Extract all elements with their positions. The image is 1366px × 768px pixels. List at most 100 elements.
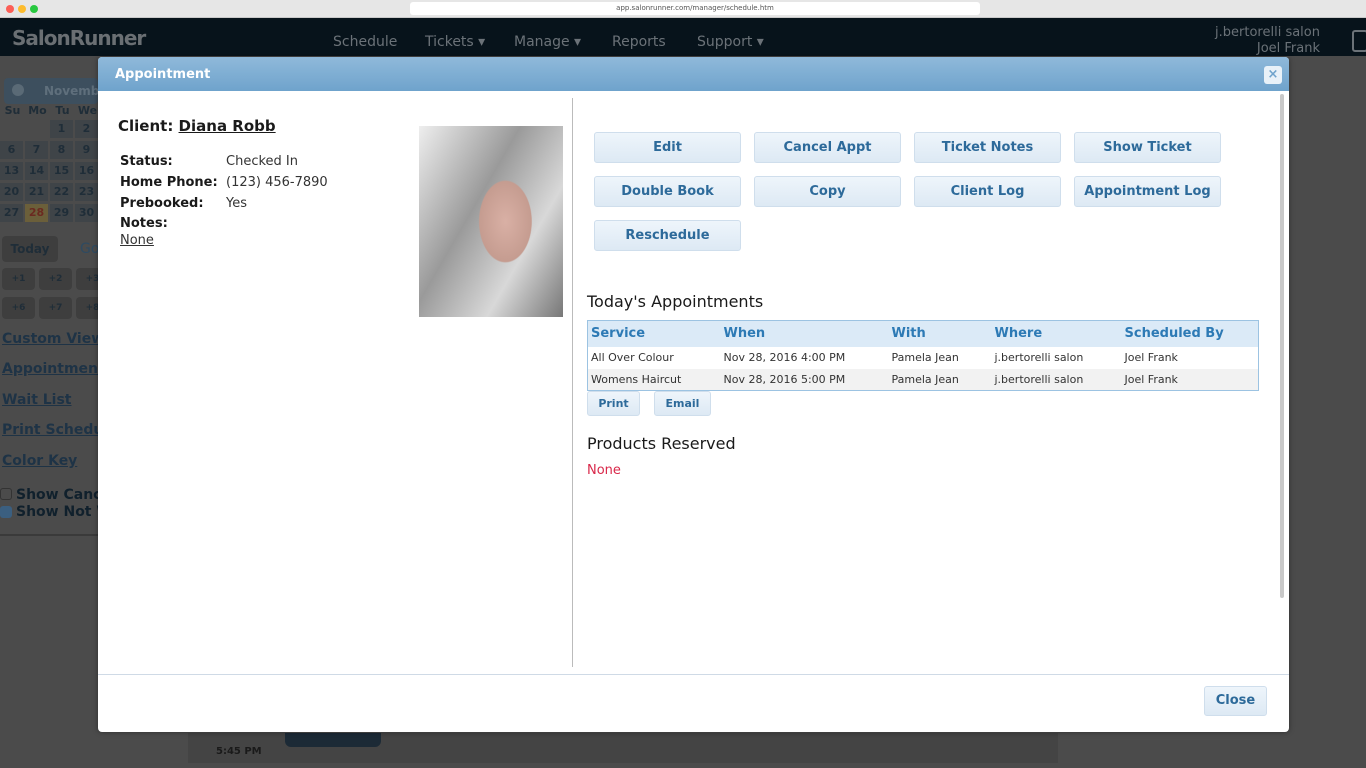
calendar-day <box>25 120 48 138</box>
calendar-day[interactable]: 15 <box>50 162 73 180</box>
copy-button[interactable]: Copy <box>754 176 901 207</box>
calendar-header: November <box>4 78 113 104</box>
cell-where: j.bertorelli salon <box>991 368 1122 391</box>
calendar-week: 27 28 29 30 <box>0 204 100 222</box>
col-service: Service <box>587 320 721 347</box>
nav-manage[interactable]: Manage ▾ <box>514 34 581 50</box>
minimize-window-icon[interactable] <box>18 5 26 13</box>
prebooked-label: Prebooked: <box>120 196 204 211</box>
close-window-icon[interactable] <box>6 5 14 13</box>
calendar-day[interactable]: 2 <box>75 120 98 138</box>
schedule-grid: 5:45 PM <box>188 733 1058 763</box>
calendar-day[interactable]: 16 <box>75 162 98 180</box>
calendar-day[interactable]: 21 <box>25 183 48 201</box>
close-button[interactable]: Close <box>1204 686 1267 716</box>
notes-link[interactable]: None <box>120 233 154 248</box>
calendar-day[interactable]: 8 <box>50 141 73 159</box>
cell-with: Pamela Jean <box>891 351 959 364</box>
weekday: We <box>77 104 98 117</box>
client-label: Client: <box>118 117 174 135</box>
print-button[interactable]: Print <box>587 391 640 416</box>
notes-label: Notes: <box>120 216 168 231</box>
home-phone-label: Home Phone: <box>120 175 218 190</box>
calendar-day[interactable]: 30 <box>75 204 98 222</box>
jump-days-button[interactable]: +2 <box>39 268 72 290</box>
jump-days-button[interactable]: +1 <box>2 268 35 290</box>
appointment-log-button[interactable]: Appointment Log <box>1074 176 1221 207</box>
nav-tickets[interactable]: Tickets ▾ <box>425 34 485 50</box>
col-when: When <box>720 320 889 347</box>
logo: SalonRunner <box>12 26 146 50</box>
logout-icon[interactable] <box>1352 30 1366 52</box>
cell-service: All Over Colour <box>591 351 674 364</box>
reschedule-button[interactable]: Reschedule <box>594 220 741 251</box>
products-reserved-heading: Products Reserved <box>587 434 736 453</box>
col-with: With <box>888 320 992 347</box>
show-cancelled-checkbox[interactable] <box>0 488 12 500</box>
todays-appointments-heading: Today's Appointments <box>587 292 764 311</box>
scrollbar[interactable] <box>1280 94 1284 598</box>
time-slot: 5:45 PM <box>216 746 262 757</box>
calendar-day[interactable]: 6 <box>0 141 23 159</box>
cell-where: j.bertorelli salon <box>994 351 1084 364</box>
calendar-week: 12 <box>0 120 100 138</box>
table-row[interactable]: Womens Haircut Nov 28, 2016 5:00 PM Pame… <box>587 368 1259 391</box>
top-nav: SalonRunner Schedule Tickets ▾ Manage ▾ … <box>0 18 1366 56</box>
close-icon[interactable]: × <box>1264 66 1282 84</box>
client-heading: Client: Diana Robb <box>118 117 276 135</box>
client-photo <box>419 126 563 317</box>
calendar-day[interactable]: 29 <box>50 204 73 222</box>
prebooked-value: Yes <box>226 196 247 211</box>
calendar-week: 20 21 22 23 <box>0 183 100 201</box>
email-button[interactable]: Email <box>654 391 711 416</box>
cancel-appt-button[interactable]: Cancel Appt <box>754 132 901 163</box>
cell-scheduled-by: Joel Frank <box>1121 368 1259 391</box>
cell-with: Pamela Jean <box>888 368 992 391</box>
col-where: Where <box>991 320 1122 347</box>
appointment-link[interactable]: Appointment <box>2 361 105 377</box>
jump-days-button[interactable]: +7 <box>39 297 72 319</box>
nav-schedule[interactable]: Schedule <box>333 34 397 50</box>
today-button[interactable]: Today <box>2 236 58 262</box>
client-log-button[interactable]: Client Log <box>914 176 1061 207</box>
calendar-day[interactable]: 9 <box>75 141 98 159</box>
calendar-day[interactable]: 14 <box>25 162 48 180</box>
weekday: Su <box>4 104 21 117</box>
home-phone-value: (123) 456-7890 <box>226 175 328 190</box>
calendar-day[interactable]: 28 <box>25 204 48 222</box>
show-cancelled-label: Show Cance <box>16 487 111 503</box>
weekday: Tu <box>55 104 70 117</box>
calendar-day[interactable]: 7 <box>25 141 48 159</box>
wait-list-link[interactable]: Wait List <box>2 392 72 408</box>
status-value: Checked In <box>226 154 298 169</box>
calendar-day[interactable]: 1 <box>50 120 73 138</box>
jump-days-button[interactable]: +6 <box>2 297 35 319</box>
address-bar[interactable]: app.salonrunner.com/manager/schedule.htm <box>410 2 980 15</box>
show-not-working-checkbox[interactable] <box>0 506 12 518</box>
ticket-notes-button[interactable]: Ticket Notes <box>914 132 1061 163</box>
go-button[interactable]: Go <box>80 241 99 257</box>
calendar-week: 6789 <box>0 141 100 159</box>
products-reserved-value: None <box>587 463 621 478</box>
nav-support[interactable]: Support ▾ <box>697 34 764 50</box>
weekday: Mo <box>28 104 47 117</box>
table-row[interactable]: All Over Colour Nov 28, 2016 4:00 PM Pam… <box>588 347 1259 369</box>
show-ticket-button[interactable]: Show Ticket <box>1074 132 1221 163</box>
calendar-day[interactable]: 13 <box>0 162 23 180</box>
client-name-link[interactable]: Diana Robb <box>179 117 276 135</box>
sidebar: November Su Mo Tu We 1 2 6 7 8 9 13 14 15 16 20 21 2… <box>0 76 118 536</box>
col-scheduled-by: Scheduled By <box>1121 320 1259 347</box>
footer-divider <box>98 674 1289 675</box>
maximize-window-icon[interactable] <box>30 5 38 13</box>
nav-reports[interactable]: Reports <box>612 34 666 50</box>
double-book-button[interactable]: Double Book <box>594 176 741 207</box>
custom-view-link[interactable]: Custom View <box>2 331 104 347</box>
edit-button[interactable]: Edit <box>594 132 741 163</box>
calendar-day[interactable]: 23 <box>75 183 98 201</box>
prev-month-icon[interactable] <box>12 84 24 96</box>
appointment-block[interactable] <box>285 733 381 747</box>
color-key-link[interactable]: Color Key <box>2 453 77 469</box>
calendar-day[interactable]: 22 <box>50 183 73 201</box>
calendar-day[interactable]: 20 <box>0 183 23 201</box>
calendar-day[interactable]: 27 <box>0 204 23 222</box>
